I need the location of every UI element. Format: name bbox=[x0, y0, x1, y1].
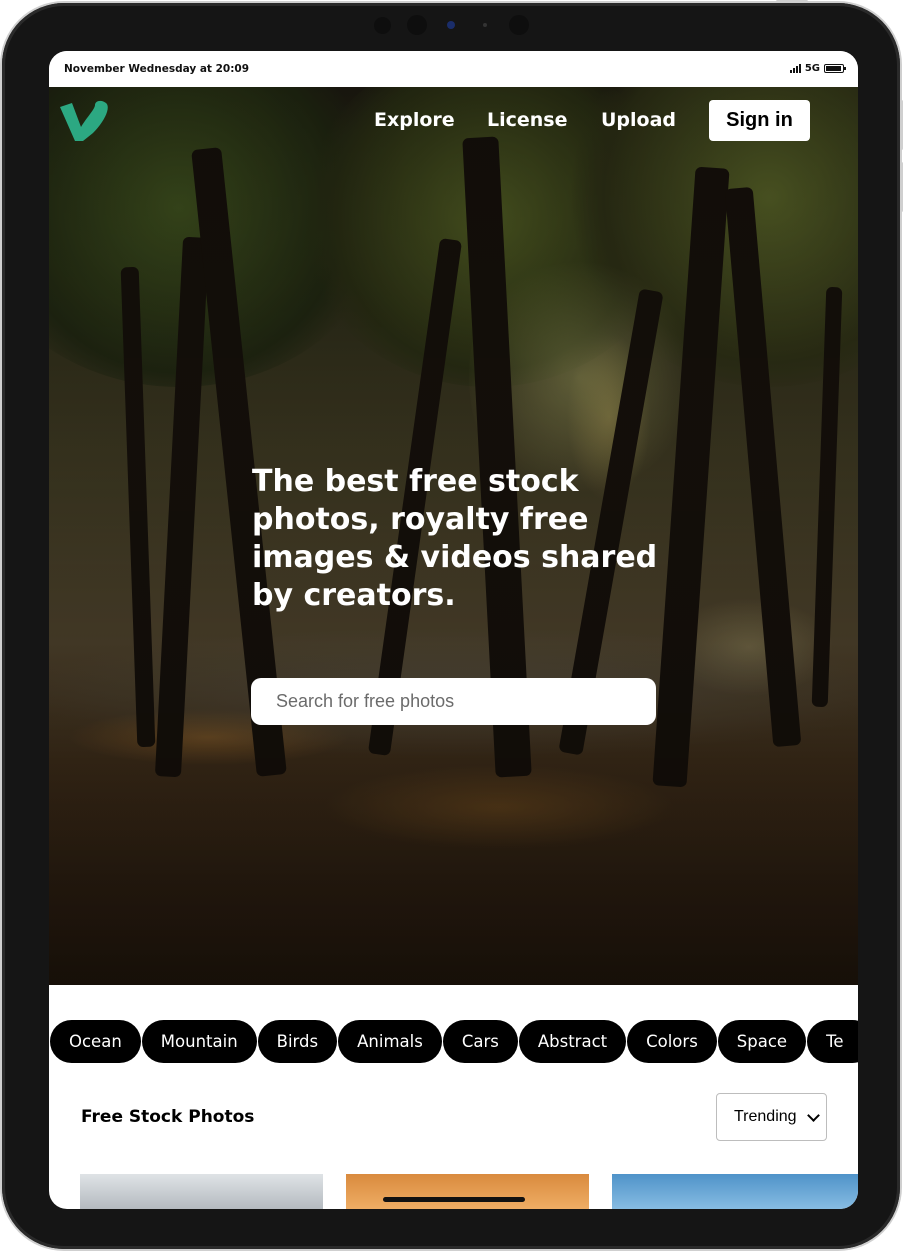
photo-thumbnail[interactable] bbox=[346, 1174, 589, 1209]
camera-icon bbox=[447, 21, 455, 29]
chip-space[interactable]: Space bbox=[717, 1020, 807, 1063]
signal-icon bbox=[789, 64, 801, 73]
chip-cars[interactable]: Cars bbox=[442, 1020, 518, 1063]
photo-thumbnail[interactable] bbox=[80, 1174, 323, 1209]
status-bar: November Wednesday at 20:09 5G bbox=[49, 51, 858, 87]
camera-icon bbox=[509, 15, 529, 35]
vimeo-logo-icon[interactable] bbox=[57, 97, 111, 143]
chip-colors[interactable]: Colors bbox=[627, 1020, 717, 1063]
section-title: Free Stock Photos bbox=[81, 1107, 255, 1127]
home-indicator[interactable] bbox=[383, 1197, 525, 1202]
chip-ocean[interactable]: Ocean bbox=[50, 1020, 141, 1063]
search-input[interactable] bbox=[251, 678, 656, 725]
side-button bbox=[900, 100, 903, 150]
sort-select[interactable]: Trending bbox=[716, 1093, 827, 1141]
status-time: November Wednesday at 20:09 bbox=[64, 63, 250, 75]
photo-thumbnail[interactable] bbox=[612, 1174, 858, 1209]
hero: Explore License Upload Sign in The best … bbox=[49, 87, 858, 985]
network-label: 5G bbox=[804, 63, 820, 74]
tablet-frame: November Wednesday at 20:09 5G Explore L… bbox=[2, 3, 900, 1249]
category-chips: Ocean Mountain Birds Animals Cars Abstra… bbox=[50, 1020, 858, 1063]
chip-mountain[interactable]: Mountain bbox=[141, 1020, 257, 1063]
screen: November Wednesday at 20:09 5G Explore L… bbox=[49, 51, 858, 1209]
camera-icon bbox=[374, 17, 391, 34]
status-right: 5G bbox=[789, 63, 846, 74]
chip-animals[interactable]: Animals bbox=[338, 1020, 442, 1063]
chip-technology[interactable]: Te bbox=[807, 1020, 858, 1063]
sign-in-button[interactable]: Sign in bbox=[709, 100, 810, 141]
nav-upload[interactable]: Upload bbox=[601, 109, 676, 131]
nav-license[interactable]: License bbox=[487, 109, 568, 131]
battery-icon bbox=[824, 64, 846, 73]
camera-icon bbox=[407, 15, 427, 35]
volume-button bbox=[776, 0, 808, 3]
chip-birds[interactable]: Birds bbox=[257, 1020, 338, 1063]
hero-headline: The best free stock photos, royalty free… bbox=[252, 464, 658, 613]
chevron-down-icon bbox=[807, 1109, 820, 1122]
sensor-icon bbox=[483, 23, 487, 27]
chip-abstract[interactable]: Abstract bbox=[518, 1020, 627, 1063]
sort-selected: Trending bbox=[734, 1108, 797, 1125]
nav-explore[interactable]: Explore bbox=[374, 109, 455, 131]
side-button bbox=[900, 162, 903, 212]
